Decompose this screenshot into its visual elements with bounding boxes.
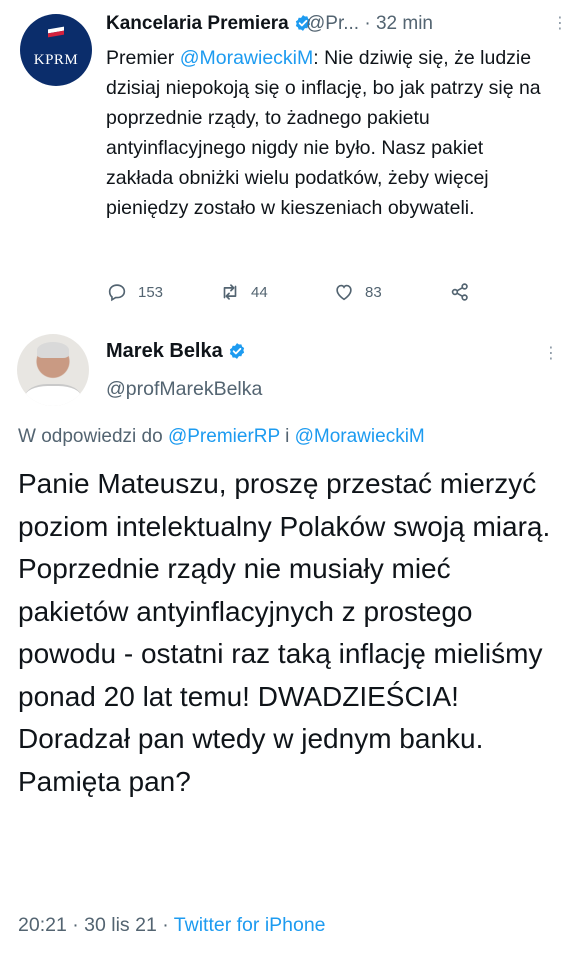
tweet-text-prefix: Premier <box>106 47 180 69</box>
retweet-count: 44 <box>251 283 268 301</box>
reply-icon <box>108 284 126 302</box>
time-separator: · <box>364 13 371 34</box>
retweet-button[interactable]: 44 <box>219 281 268 303</box>
tweet-text: Premier @MorawieckiM: Nie dziwię się, że… <box>106 43 551 223</box>
reply-prefix: W odpowiedzi do <box>18 426 168 447</box>
author-handle[interactable]: @profMarekBelka <box>106 378 262 401</box>
tweet-date[interactable]: 30 lis 21 <box>84 914 157 936</box>
reply-mention-premierrp[interactable]: @PremierRP <box>168 426 280 447</box>
meta-separator: · <box>72 914 79 936</box>
author-name-text: Marek Belka <box>106 340 223 362</box>
share-button[interactable] <box>449 281 471 303</box>
tweet-actions: 153 44 83 <box>0 281 567 305</box>
tweet-time[interactable]: 20:21 <box>18 914 67 936</box>
like-count: 83 <box>365 283 382 301</box>
reply-mention-morawieckim[interactable]: @MorawieckiM <box>295 426 425 447</box>
avatar-logo-text: KPRM <box>33 52 79 68</box>
author-handle[interactable]: @Pr... <box>306 13 359 34</box>
tweet-text-body: : Nie dziwię się, że ludzie dzisiaj niep… <box>106 47 541 219</box>
share-icon <box>451 283 468 301</box>
meta-separator: · <box>162 914 169 936</box>
author-name[interactable]: Kancelaria Premiera <box>106 13 312 35</box>
author-handle-and-time: @Pr... · 32 min <box>306 13 433 35</box>
more-icon[interactable]: ⋮ <box>552 13 567 33</box>
reply-button[interactable]: 153 <box>106 281 163 303</box>
tweet-text: Panie Mateuszu, proszę przestać mierzyć … <box>18 468 551 797</box>
mention-link[interactable]: @MorawieckiM <box>180 47 314 69</box>
belka-avatar[interactable] <box>17 334 89 406</box>
like-icon <box>336 284 352 301</box>
more-icon[interactable]: ⋮ <box>543 343 559 363</box>
like-button[interactable]: 83 <box>333 281 382 303</box>
reply-count: 153 <box>138 283 164 301</box>
kprm-avatar[interactable]: KPRM <box>20 14 92 86</box>
verified-badge-icon <box>230 343 245 359</box>
tweet-meta: 20:21 · 30 lis 21 · Twitter for iPhone <box>18 914 326 937</box>
tweet-source[interactable]: Twitter for iPhone <box>174 914 326 936</box>
reply-context: W odpowiedzi do @PremierRP i @Morawiecki… <box>18 426 425 448</box>
tweet-time[interactable]: 32 min <box>376 13 433 34</box>
author-name[interactable]: Marek Belka <box>106 340 246 363</box>
author-name-text: Kancelaria Premiera <box>106 13 289 34</box>
reply-join: i <box>279 426 295 447</box>
retweet-icon <box>223 284 237 300</box>
